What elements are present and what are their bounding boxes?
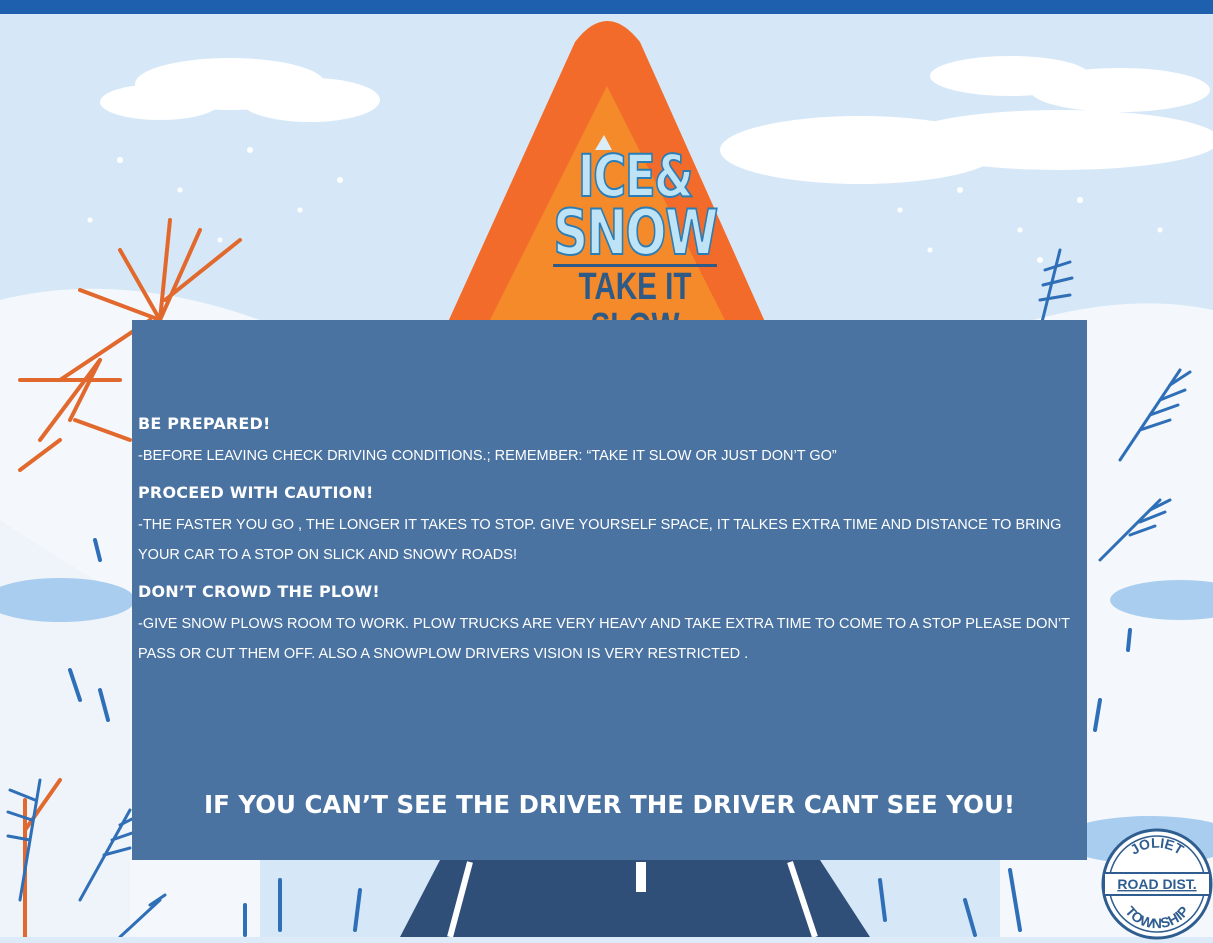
slogan: IF YOU CAN’T SEE THE DRIVER THE DRIVER C…: [203, 790, 1016, 819]
road: [400, 860, 870, 937]
text-proceed-with-caution: -THE FASTER YOU GO , THE LONGER IT TAKES…: [138, 517, 1062, 563]
top-banner: [0, 0, 1213, 14]
seal-middle-text: ROAD DIST.: [1117, 876, 1196, 892]
tips-panel: BE PREPARED! -BEFORE LEAVING CHECK DRIVI…: [132, 320, 1087, 860]
text-be-prepared: -BEFORE LEAVING CHECK DRIVING CONDITIONS…: [138, 448, 837, 464]
heading-dont-crowd-the-plow: DON’T CROWD THE PLOW!: [138, 582, 380, 601]
sign-logo: ICE& SNOW TAKE IT SLOW: [530, 142, 740, 347]
sign-line-ice: ICE&: [577, 142, 694, 210]
sign-line-snow: SNOW: [552, 196, 719, 269]
joliet-township-road-district-seal: JOLIET ROAD DIST. TOWNSHIP: [1101, 828, 1213, 940]
heading-proceed-with-caution: PROCEED WITH CAUTION!: [138, 483, 374, 502]
text-dont-crowd-the-plow: -GIVE SNOW PLOWS ROOM TO WORK. PLOW TRUC…: [138, 616, 1070, 662]
heading-be-prepared: BE PREPARED!: [138, 414, 271, 433]
